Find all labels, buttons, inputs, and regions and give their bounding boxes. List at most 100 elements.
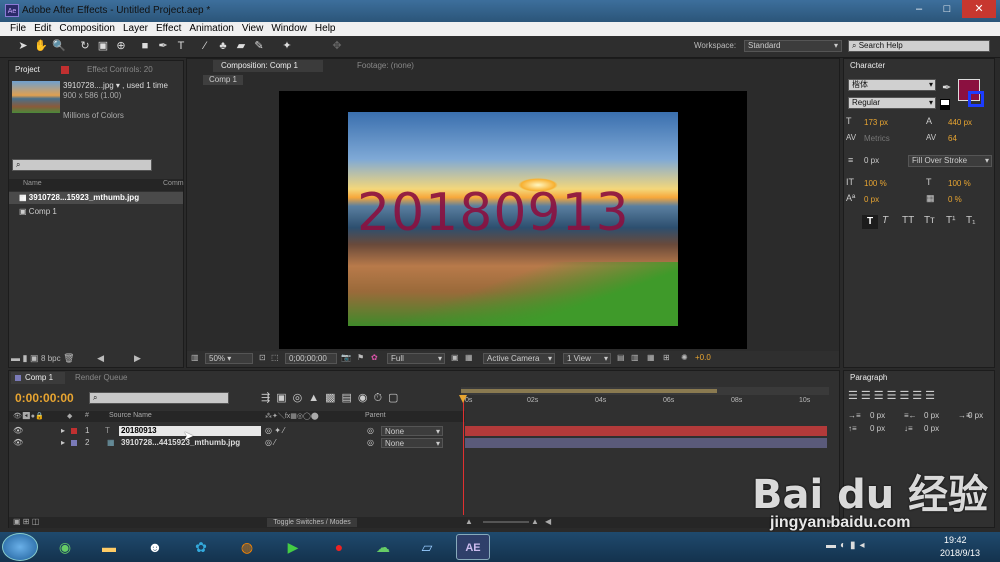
- scroll-left-icon[interactable]: ◀: [97, 353, 104, 363]
- tab-paragraph[interactable]: Paragraph: [850, 372, 887, 384]
- close-button[interactable]: ✕: [962, 0, 996, 18]
- work-area-range[interactable]: [461, 389, 717, 393]
- menu-file[interactable]: File: [6, 22, 30, 36]
- pan-behind-tool-icon[interactable]: ⊕: [114, 40, 128, 53]
- taskbar-explorer-icon[interactable]: ▬: [92, 534, 126, 560]
- superscript-button[interactable]: T¹: [946, 215, 955, 226]
- show-snapshot-icon[interactable]: ⚑: [357, 353, 364, 362]
- visibility-eye-icon[interactable]: 👁: [13, 437, 23, 449]
- parent-pickwhip-icon[interactable]: ◎: [367, 425, 374, 437]
- layer-switches[interactable]: ◎ ✦ ⁄: [265, 425, 284, 437]
- column-comment[interactable]: Comm: [163, 180, 184, 187]
- horizontal-scale-value[interactable]: 100 %: [948, 179, 971, 188]
- timeline-search-input[interactable]: ⌕: [89, 392, 229, 404]
- stroke-width-value[interactable]: 0 px: [864, 156, 879, 165]
- stroke-color-swatch[interactable]: [968, 91, 984, 107]
- flowchart-icon[interactable]: ⊞: [663, 353, 670, 362]
- parent-dropdown[interactable]: None ▾: [381, 426, 443, 436]
- overlay-text-layer[interactable]: 20180913: [357, 183, 630, 243]
- zoom-in-icon[interactable]: ▲: [531, 517, 539, 526]
- stroke-mode-dropdown[interactable]: Fill Over Stroke ▾: [908, 155, 992, 167]
- faux-bold-button[interactable]: T: [862, 215, 878, 229]
- search-help-input[interactable]: ⌕ Search Help: [848, 40, 990, 52]
- layer-name[interactable]: 3910728...4415923_mthumb.jpg: [121, 437, 240, 449]
- menu-effect[interactable]: Effect: [152, 22, 185, 36]
- text-tool-icon[interactable]: T: [174, 40, 188, 53]
- comp-subtab[interactable]: Comp 1: [203, 75, 243, 85]
- vertical-scale-value[interactable]: 100 %: [864, 179, 887, 188]
- exposure-value[interactable]: +0.0: [695, 353, 711, 362]
- comp-timecode[interactable]: 0;00;00;00: [285, 353, 337, 364]
- camera-dropdown[interactable]: Active Camera ▾: [483, 353, 555, 364]
- mask-visibility-icon[interactable]: ⬚: [271, 353, 279, 362]
- menu-window[interactable]: Window: [267, 22, 311, 36]
- indent-left-value[interactable]: 0 px: [870, 411, 885, 420]
- layer-label-color[interactable]: [71, 440, 77, 446]
- timeline-footer-icons[interactable]: ▣ ⊞ ◫: [13, 517, 39, 526]
- expand-arrow-icon[interactable]: ▸: [61, 437, 65, 449]
- visibility-eye-icon[interactable]: 👁: [13, 425, 23, 437]
- zoom-dropdown[interactable]: 50% ▾: [205, 353, 253, 364]
- start-button[interactable]: [2, 533, 38, 561]
- taskbar-app-360-icon[interactable]: ◉: [48, 534, 82, 560]
- layer-label-color[interactable]: [71, 428, 77, 434]
- brush-tool-icon[interactable]: ⁄: [198, 40, 212, 53]
- small-caps-button[interactable]: Tт: [924, 215, 935, 226]
- layer-1-duration-bar[interactable]: [465, 426, 827, 436]
- black-swatch[interactable]: [940, 105, 950, 110]
- fast-previews-icon[interactable]: ▥: [631, 353, 639, 362]
- parent-dropdown[interactable]: None ▾: [381, 438, 443, 448]
- zoom-tool-icon[interactable]: 🔍: [52, 40, 66, 53]
- view-layout-dropdown[interactable]: 1 View ▾: [563, 353, 611, 364]
- timeline-zoom-slider[interactable]: [483, 521, 529, 523]
- expand-arrow-icon[interactable]: ▸: [61, 425, 65, 437]
- alignment-buttons[interactable]: ☰☰☰☰☰☰☰: [848, 389, 938, 402]
- leading-value[interactable]: 440 px: [948, 118, 972, 127]
- space-after-value[interactable]: 0 px: [924, 424, 939, 433]
- timeline-timecode[interactable]: 0:00:00:00: [15, 391, 74, 405]
- time-ruler[interactable]: 0s 02s 04s 06s 08s 10s: [461, 397, 829, 409]
- taskbar-app-icon[interactable]: ▶: [276, 534, 310, 560]
- layer-row-2[interactable]: 👁 ▸ 2 ▦ 3910728...4415923_mthumb.jpg ◎ ⁄…: [9, 437, 465, 449]
- menu-animation[interactable]: Animation: [185, 22, 237, 36]
- current-time-indicator[interactable]: [463, 397, 464, 515]
- exposure-icon[interactable]: ✺: [681, 353, 688, 362]
- selection-tool-icon[interactable]: ➤: [16, 40, 30, 53]
- subscript-button[interactable]: T₁: [966, 215, 975, 226]
- axis-mode-icon[interactable]: ✥: [330, 40, 344, 53]
- bit-depth-label[interactable]: 8 bpc: [41, 354, 61, 363]
- taskbar-app2-icon[interactable]: ▱: [410, 534, 444, 560]
- taskbar-wechat-icon[interactable]: ☁: [366, 534, 400, 560]
- snapshot-icon[interactable]: 📷: [341, 353, 351, 362]
- timeline-switch-icons[interactable]: ⇶▣◎▲▩▤◉⏱▢: [261, 391, 404, 405]
- maximize-button[interactable]: □: [934, 0, 960, 18]
- parent-pickwhip-icon[interactable]: ◎: [367, 437, 374, 449]
- tab-footage[interactable]: Footage: (none): [357, 60, 414, 72]
- clock-time[interactable]: 19:42: [944, 535, 967, 545]
- transparency-grid-icon[interactable]: ▦: [465, 353, 473, 362]
- font-family-dropdown[interactable]: 楷体 ▾: [848, 79, 936, 91]
- font-size-value[interactable]: 173 px: [864, 118, 888, 127]
- tab-composition[interactable]: Composition: Comp 1: [221, 60, 298, 72]
- resolution-dropdown[interactable]: Full ▾: [387, 353, 445, 364]
- tracking-value[interactable]: 64: [948, 134, 957, 143]
- clone-stamp-tool-icon[interactable]: ♣: [216, 40, 230, 53]
- source-name-column[interactable]: Source Name: [109, 412, 152, 419]
- tab-timeline-comp[interactable]: Comp 1: [25, 372, 53, 384]
- timeline-icon[interactable]: ▦: [647, 353, 655, 362]
- eyedropper-icon[interactable]: ✒: [942, 81, 951, 94]
- first-line-indent-value[interactable]: 0 px: [968, 411, 983, 420]
- roto-brush-tool-icon[interactable]: ✎: [252, 40, 266, 53]
- faux-italic-button[interactable]: T: [882, 215, 888, 226]
- zoom-out-icon[interactable]: ▲: [465, 517, 473, 526]
- layer-row-1[interactable]: 👁 ▸ 1 T 20180913 ◎ ✦ ⁄ ◎ None ▾: [9, 425, 465, 437]
- layer-2-duration-bar[interactable]: [465, 438, 827, 448]
- clock-date[interactable]: 2018/9/13: [940, 548, 980, 558]
- eraser-tool-icon[interactable]: ▰: [234, 40, 248, 53]
- hand-tool-icon[interactable]: ✋: [34, 40, 48, 53]
- scroll-left-icon[interactable]: ◀: [545, 517, 551, 526]
- scroll-right-icon[interactable]: ▶: [134, 353, 141, 363]
- menu-edit[interactable]: Edit: [30, 22, 55, 36]
- project-item-footage[interactable]: ▦ 3910728...15923_mthumb.jpg: [9, 192, 183, 204]
- taskbar-firefox-icon[interactable]: ◍: [230, 534, 264, 560]
